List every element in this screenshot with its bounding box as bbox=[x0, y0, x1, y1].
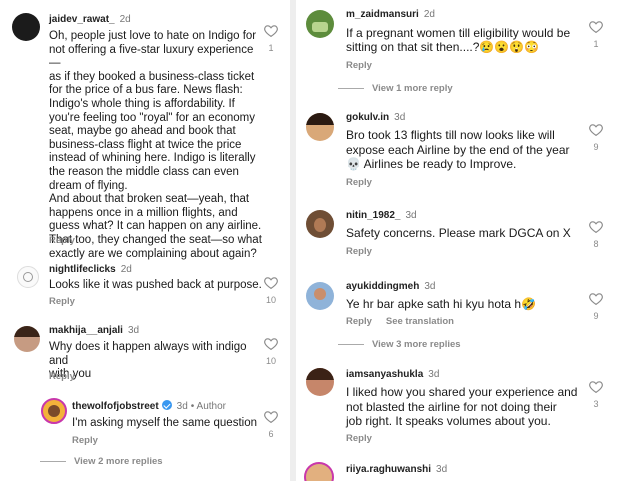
like-button[interactable]: 6 bbox=[261, 410, 281, 439]
heart-outline-icon bbox=[589, 221, 603, 233]
comment-text: Safety concerns. Please mark DGCA on X bbox=[346, 226, 571, 240]
comment-username[interactable]: makhija__anjali 3d bbox=[49, 325, 139, 336]
comment-text: Bro took 13 flights till now looks like … bbox=[346, 128, 570, 171]
like-button[interactable]: 1 bbox=[586, 20, 606, 49]
reply-button[interactable]: Reply bbox=[346, 433, 372, 444]
reply-button[interactable]: Reply bbox=[346, 246, 372, 257]
like-count: 9 bbox=[593, 142, 599, 152]
view-more-replies[interactable]: View 1 more reply bbox=[338, 83, 453, 94]
like-count: 10 bbox=[265, 356, 276, 366]
verified-badge-icon bbox=[161, 400, 172, 410]
avatar[interactable] bbox=[14, 326, 40, 352]
heart-outline-icon bbox=[589, 124, 603, 136]
view-more-replies[interactable]: View 2 more replies bbox=[40, 456, 163, 467]
like-button[interactable]: 3 bbox=[586, 380, 606, 409]
avatar-face bbox=[48, 405, 60, 417]
author-avatar[interactable] bbox=[41, 398, 67, 424]
like-button[interactable]: 9 bbox=[586, 292, 606, 321]
divider-line bbox=[338, 343, 364, 345]
comment-time: 3d bbox=[424, 281, 436, 292]
reply-button[interactable]: Reply bbox=[49, 296, 75, 307]
like-button[interactable]: 10 bbox=[261, 337, 281, 366]
avatar-detail bbox=[312, 22, 328, 32]
reply-button[interactable]: Reply bbox=[346, 177, 372, 188]
comment-time: 2d bbox=[119, 14, 131, 25]
avatar-hair bbox=[306, 113, 334, 125]
comment-username[interactable]: jaidev_rawat_ 2d bbox=[49, 14, 131, 25]
reply-link[interactable]: Reply bbox=[346, 316, 372, 327]
avatar[interactable] bbox=[306, 113, 334, 141]
heart-outline-icon bbox=[589, 293, 603, 305]
reply-button[interactable]: Reply bbox=[49, 235, 75, 246]
comment-username[interactable]: iamsanyashukla 3d bbox=[346, 369, 439, 380]
avatar[interactable] bbox=[12, 13, 40, 41]
heart-outline-icon bbox=[264, 411, 278, 423]
like-button[interactable]: 8 bbox=[586, 220, 606, 249]
comment-time: 3d bbox=[394, 112, 406, 123]
reply-button: Reply See translation bbox=[346, 316, 454, 327]
comment-text: If a pregnant women till eligibility wou… bbox=[346, 26, 571, 54]
avatar[interactable] bbox=[306, 282, 334, 310]
comment-username[interactable]: nitin_1982_ 3d bbox=[346, 210, 417, 221]
avatar-detail bbox=[314, 288, 326, 300]
comment-time: 3d bbox=[176, 401, 188, 412]
comment-time: 3d bbox=[428, 369, 440, 380]
reply-button[interactable]: Reply bbox=[49, 371, 75, 382]
avatar-detail bbox=[314, 218, 326, 232]
view-more-replies[interactable]: View 3 more replies bbox=[338, 339, 461, 350]
divider-line bbox=[338, 87, 364, 89]
avatar-hair bbox=[14, 326, 40, 337]
heart-outline-icon bbox=[264, 277, 278, 289]
comment-username[interactable]: m_zaidmansuri 2d bbox=[346, 9, 435, 20]
avatar[interactable] bbox=[306, 368, 334, 396]
comments-panel-right: m_zaidmansuri 2d If a pregnant women till… bbox=[296, 0, 620, 481]
like-count: 9 bbox=[593, 311, 599, 321]
comment-text: I'm asking myself the same question bbox=[72, 417, 257, 429]
like-count: 1 bbox=[593, 39, 599, 49]
comment-time: 2d bbox=[120, 264, 132, 275]
comment-time: 3d bbox=[436, 464, 448, 475]
like-count: 8 bbox=[593, 239, 599, 249]
avatar[interactable] bbox=[306, 10, 334, 38]
comment-username[interactable]: gokulv.in 3d bbox=[346, 112, 405, 123]
author-label: • Author bbox=[190, 401, 226, 412]
comment-text: Ye hr bar apke sath hi kyu hota h🤣 bbox=[346, 297, 536, 311]
like-button[interactable]: 9 bbox=[586, 123, 606, 152]
like-button[interactable]: 10 bbox=[261, 276, 281, 305]
like-count: 3 bbox=[593, 399, 599, 409]
like-button[interactable]: 1 bbox=[261, 24, 281, 53]
heart-outline-icon bbox=[264, 25, 278, 37]
comment-time: 3d bbox=[127, 325, 140, 336]
avatar[interactable] bbox=[304, 462, 334, 481]
comment-username[interactable]: thewolfofjobstreet 3d • Author bbox=[72, 400, 226, 412]
heart-outline-icon bbox=[589, 21, 603, 33]
avatar[interactable] bbox=[306, 210, 334, 238]
comment-text: Looks like it was pushed back at purpose… bbox=[49, 279, 262, 291]
see-translation-link[interactable]: See translation bbox=[386, 316, 454, 327]
comment-username[interactable]: nightlifeclicks 2d bbox=[49, 264, 132, 275]
avatar-logo bbox=[23, 272, 33, 282]
avatar[interactable] bbox=[17, 266, 39, 288]
reply-button[interactable]: Reply bbox=[346, 60, 372, 71]
heart-outline-icon bbox=[589, 381, 603, 393]
heart-outline-icon bbox=[264, 338, 278, 350]
divider-line bbox=[40, 460, 66, 462]
like-count: 6 bbox=[268, 429, 274, 439]
comment-time: 2d bbox=[423, 9, 435, 20]
comment-text: Oh, people just love to hate on Indigo f… bbox=[49, 30, 262, 260]
comment-text: I liked how you shared your experience a… bbox=[346, 385, 578, 428]
comment-username[interactable]: ayukiddingmeh 3d bbox=[346, 281, 435, 292]
comment-time: 3d bbox=[405, 210, 417, 221]
comment-text: Why does it happen always with indigo an… bbox=[49, 341, 247, 381]
reply-button[interactable]: Reply bbox=[72, 435, 98, 446]
comments-panel-left: jaidev_rawat_ 2d Oh, people just love to … bbox=[0, 0, 290, 481]
comment-username[interactable]: riiya.raghuwanshi 3d bbox=[346, 464, 447, 475]
like-count: 10 bbox=[265, 295, 276, 305]
like-count: 1 bbox=[268, 43, 274, 53]
avatar-hair bbox=[306, 368, 334, 380]
